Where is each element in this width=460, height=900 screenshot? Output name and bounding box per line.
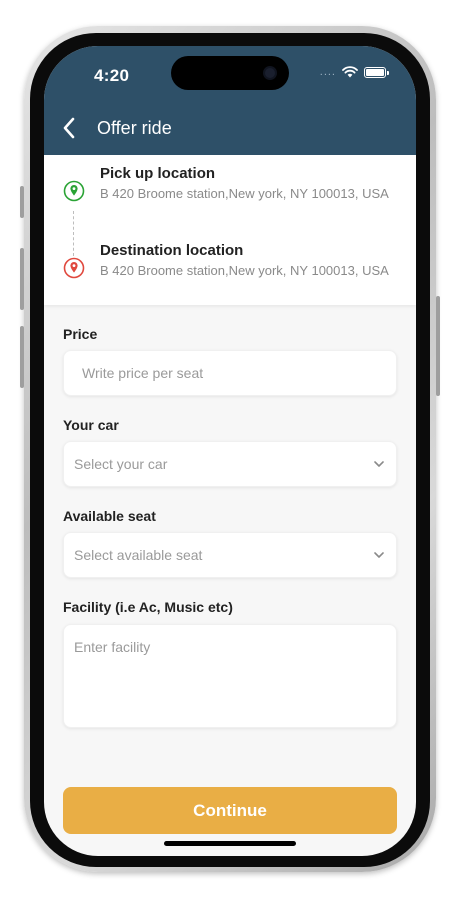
side-button-volume-down xyxy=(20,326,24,388)
signal-icon: .... xyxy=(319,65,336,78)
dynamic-island xyxy=(171,56,289,90)
page-title: Offer ride xyxy=(97,118,172,138)
location-pin-icon xyxy=(63,180,85,202)
price-input[interactable] xyxy=(63,350,397,396)
side-button-mute xyxy=(20,186,24,218)
chevron-left-icon[interactable] xyxy=(60,116,80,140)
pickup-address[interactable]: B 420 Broome station,New york, NY 100013… xyxy=(100,186,400,202)
destination-title: Destination location xyxy=(100,242,244,259)
battery-icon xyxy=(364,66,389,78)
car-select[interactable]: Select your car xyxy=(63,441,397,487)
pickup-title: Pick up location xyxy=(100,165,216,182)
location-pin-icon xyxy=(63,257,85,279)
seat-select[interactable]: Select available seat xyxy=(63,532,397,578)
facility-textarea[interactable] xyxy=(63,624,397,728)
chevron-down-icon xyxy=(374,552,384,558)
destination-address[interactable]: B 420 Broome station,New york, NY 100013… xyxy=(100,263,400,279)
app-screen: 4:20 .... Offer ride Pick up location B … xyxy=(44,46,416,856)
price-label: Price xyxy=(63,326,98,342)
facility-label: Facility (i.e Ac, Music etc) xyxy=(63,599,233,615)
car-label: Your car xyxy=(63,417,119,433)
status-icons: .... xyxy=(319,65,389,78)
camera-icon xyxy=(263,66,277,80)
app-header: 4:20 .... Offer ride xyxy=(44,46,416,155)
wifi-icon xyxy=(342,66,358,78)
seat-label: Available seat xyxy=(63,508,156,524)
side-button-volume-up xyxy=(20,248,24,310)
car-select-placeholder: Select your car xyxy=(74,456,168,472)
home-indicator xyxy=(164,841,296,846)
status-time: 4:20 xyxy=(94,66,130,85)
continue-button[interactable]: Continue xyxy=(63,787,397,834)
seat-select-placeholder: Select available seat xyxy=(74,547,203,563)
side-button-power xyxy=(436,296,440,396)
route-connector xyxy=(73,211,74,256)
chevron-down-icon xyxy=(374,461,384,467)
locations-card: Pick up location B 420 Broome station,Ne… xyxy=(44,155,416,305)
